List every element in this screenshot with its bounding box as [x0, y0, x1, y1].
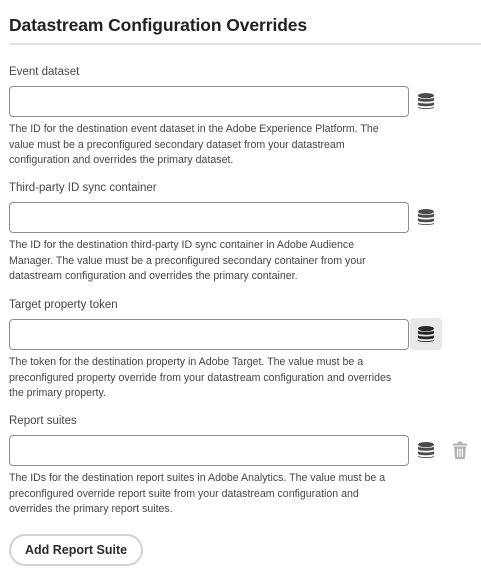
data-element-icon: [418, 442, 434, 459]
event-dataset-data-element-button[interactable]: [410, 85, 442, 117]
report-suites-delete-button[interactable]: [444, 434, 476, 466]
id-sync-container-label: Third-party ID sync container: [9, 182, 157, 194]
report-suites-label: Report suites: [9, 415, 77, 427]
event-dataset-label: Event dataset: [9, 66, 80, 78]
target-property-token-label: Target property token: [9, 299, 118, 311]
report-suites-help-text: The IDs for the destination report suite…: [9, 472, 386, 516]
data-element-icon: [418, 93, 434, 110]
data-element-icon: [418, 326, 434, 343]
event-dataset-input[interactable]: [9, 86, 409, 117]
section-title: Datastream Configuration Overrides: [9, 15, 308, 35]
id-sync-container-help-text: The ID for the destination third-party I…: [9, 239, 366, 283]
id-sync-container-input[interactable]: [9, 202, 409, 233]
target-property-token-input[interactable]: [9, 319, 409, 350]
report-suites-data-element-button[interactable]: [410, 434, 442, 466]
trash-icon: [452, 441, 468, 459]
data-element-icon: [418, 209, 434, 226]
title-divider: [9, 43, 481, 45]
id-sync-container-data-element-button[interactable]: [410, 201, 442, 233]
add-report-suite-button[interactable]: Add Report Suite: [9, 534, 144, 566]
report-suites-input[interactable]: [9, 435, 409, 466]
event-dataset-help-text: The ID for the destination event dataset…: [9, 123, 379, 167]
target-property-token-help-text: The token for the destination property i…: [9, 356, 392, 400]
target-property-token-data-element-button[interactable]: [410, 318, 442, 350]
